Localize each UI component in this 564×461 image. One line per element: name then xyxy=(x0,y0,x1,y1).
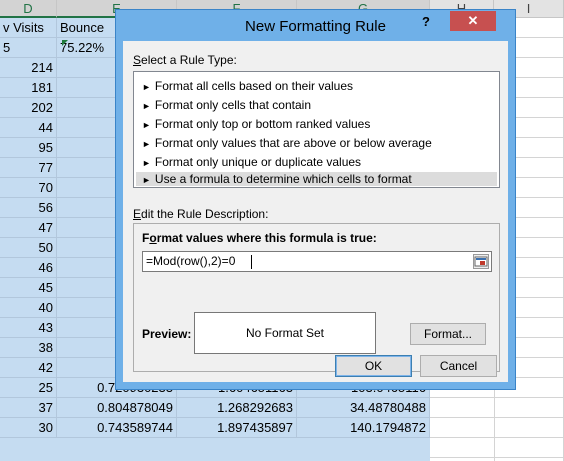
arrow-right-icon: ► xyxy=(142,175,151,185)
table-cell[interactable]: 25 xyxy=(0,378,57,398)
text-caret xyxy=(251,255,252,269)
table-cell[interactable]: 38 xyxy=(0,338,57,358)
select-rule-type-label: Select a Rule Type: xyxy=(133,53,237,67)
arrow-right-icon: ► xyxy=(142,120,151,130)
format-button[interactable]: Format... xyxy=(410,323,486,345)
arrow-right-icon: ► xyxy=(142,158,151,168)
table-cell[interactable]: 46 xyxy=(0,258,57,278)
table-cell[interactable]: 5 xyxy=(0,38,57,58)
table-cell[interactable]: 70 xyxy=(0,178,57,198)
table-cell[interactable]: 47 xyxy=(0,218,57,238)
formula-input[interactable]: =Mod(row(),2)=0 xyxy=(142,251,492,272)
column-header-d[interactable]: D xyxy=(0,0,57,18)
table-cell[interactable]: 1.268292683 xyxy=(177,398,297,418)
table-cell[interactable]: 0.743589744 xyxy=(57,418,177,438)
rule-type-item-selected[interactable]: ► Use a formula to determine which cells … xyxy=(136,172,497,186)
table-cell[interactable]: 140.1794872 xyxy=(297,418,430,438)
table-cell[interactable]: 37 xyxy=(0,398,57,418)
table-cell[interactable]: 77 xyxy=(0,158,57,178)
dialog-client: Select a Rule Type: ► Format all cells ba… xyxy=(123,41,508,382)
table-cell[interactable]: 43 xyxy=(0,318,57,338)
rule-type-item[interactable]: ► Format only unique or duplicate values xyxy=(136,153,497,172)
edit-rule-description-label: Edit the Rule Description: xyxy=(133,207,269,221)
arrow-right-icon: ► xyxy=(142,139,151,149)
table-cell[interactable]: 181 xyxy=(0,78,57,98)
grid-line xyxy=(430,457,564,458)
preview-label: Preview: xyxy=(142,327,192,341)
rule-type-item[interactable]: ► Format all cells based on their values xyxy=(136,77,497,96)
preview-box: No Format Set xyxy=(194,312,376,354)
error-indicator-icon xyxy=(62,40,68,46)
table-cell[interactable]: 1.897435897 xyxy=(177,418,297,438)
close-button[interactable]: ✕ xyxy=(450,11,496,31)
formula-text: =Mod(row(),2)=0 xyxy=(146,254,236,268)
table-cell[interactable]: 30 xyxy=(0,418,57,438)
arrow-right-icon: ► xyxy=(142,82,151,92)
table-cell[interactable]: 0.804878049 xyxy=(57,398,177,418)
table-cell[interactable]: 95 xyxy=(0,138,57,158)
rule-type-item[interactable]: ► Format only values that are above or be… xyxy=(136,134,497,153)
table-cell[interactable]: 34.48780488 xyxy=(297,398,430,418)
rule-description-group: Format values where this formula is true… xyxy=(133,223,500,372)
rule-type-item[interactable]: ► Format only cells that contain xyxy=(136,96,497,115)
ok-button[interactable]: OK xyxy=(335,355,412,377)
rule-type-list[interactable]: ► Format all cells based on their values … xyxy=(133,71,500,188)
grid-line xyxy=(430,397,564,398)
new-formatting-rule-dialog: New Formatting Rule ? ✕ Select a Rule Ty… xyxy=(115,9,516,390)
table-cell[interactable]: 202 xyxy=(0,98,57,118)
grid-line xyxy=(430,417,564,418)
table-cell[interactable]: 40 xyxy=(0,298,57,318)
table-cell[interactable]: 214 xyxy=(0,58,57,78)
help-button[interactable]: ? xyxy=(422,14,430,29)
format-values-label: Format values where this formula is true… xyxy=(142,231,377,245)
table-cell[interactable]: 56 xyxy=(0,198,57,218)
table-cell[interactable]: 50 xyxy=(0,238,57,258)
cancel-button[interactable]: Cancel xyxy=(420,355,497,377)
table-cell[interactable]: 45 xyxy=(0,278,57,298)
table-cell[interactable]: 42 xyxy=(0,358,57,378)
table-cell[interactable]: 44 xyxy=(0,118,57,138)
header-cell[interactable]: v Visits xyxy=(0,18,57,38)
grid-line xyxy=(430,437,564,438)
arrow-right-icon: ► xyxy=(142,101,151,111)
collapse-dialog-icon[interactable] xyxy=(473,254,489,269)
rule-type-item[interactable]: ► Format only top or bottom ranked values xyxy=(136,115,497,134)
